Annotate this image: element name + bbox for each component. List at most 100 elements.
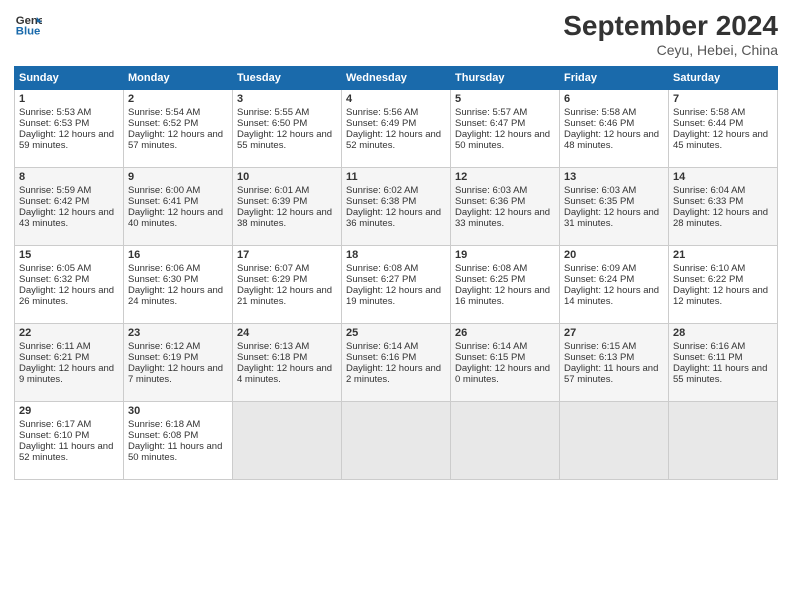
table-row: 16Sunrise: 6:06 AMSunset: 6:30 PMDayligh… xyxy=(124,246,233,324)
sunset-text: Sunset: 6:29 PM xyxy=(237,274,337,285)
day-number: 29 xyxy=(19,405,119,417)
table-row: 9Sunrise: 6:00 AMSunset: 6:41 PMDaylight… xyxy=(124,168,233,246)
sunset-text: Sunset: 6:10 PM xyxy=(19,430,119,441)
sunset-text: Sunset: 6:35 PM xyxy=(564,196,664,207)
day-number: 20 xyxy=(564,249,664,261)
table-row xyxy=(451,402,560,480)
svg-text:Blue: Blue xyxy=(16,26,41,38)
daylight-text: Daylight: 12 hours and 33 minutes. xyxy=(455,207,555,229)
daylight-text: Daylight: 12 hours and 0 minutes. xyxy=(455,363,555,385)
table-row: 26Sunrise: 6:14 AMSunset: 6:15 PMDayligh… xyxy=(451,324,560,402)
table-row xyxy=(342,402,451,480)
table-row: 3Sunrise: 5:55 AMSunset: 6:50 PMDaylight… xyxy=(233,90,342,168)
table-row: 29Sunrise: 6:17 AMSunset: 6:10 PMDayligh… xyxy=(15,402,124,480)
day-number: 2 xyxy=(128,93,228,105)
col-saturday: Saturday xyxy=(669,67,778,90)
sunset-text: Sunset: 6:50 PM xyxy=(237,118,337,129)
sunrise-text: Sunrise: 6:17 AM xyxy=(19,419,119,430)
sunrise-text: Sunrise: 6:10 AM xyxy=(673,263,773,274)
sunrise-text: Sunrise: 6:15 AM xyxy=(564,341,664,352)
day-number: 11 xyxy=(346,171,446,183)
table-row xyxy=(669,402,778,480)
sunset-text: Sunset: 6:49 PM xyxy=(346,118,446,129)
day-number: 8 xyxy=(19,171,119,183)
daylight-text: Daylight: 12 hours and 43 minutes. xyxy=(19,207,119,229)
day-number: 10 xyxy=(237,171,337,183)
daylight-text: Daylight: 12 hours and 36 minutes. xyxy=(346,207,446,229)
sunset-text: Sunset: 6:30 PM xyxy=(128,274,228,285)
sunrise-text: Sunrise: 6:12 AM xyxy=(128,341,228,352)
table-row: 11Sunrise: 6:02 AMSunset: 6:38 PMDayligh… xyxy=(342,168,451,246)
sunset-text: Sunset: 6:52 PM xyxy=(128,118,228,129)
sunset-text: Sunset: 6:08 PM xyxy=(128,430,228,441)
sunrise-text: Sunrise: 5:59 AM xyxy=(19,185,119,196)
page-header: General Blue September 2024 Ceyu, Hebei,… xyxy=(14,10,778,58)
table-row: 1Sunrise: 5:53 AMSunset: 6:53 PMDaylight… xyxy=(15,90,124,168)
sunrise-text: Sunrise: 6:00 AM xyxy=(128,185,228,196)
sunrise-text: Sunrise: 6:01 AM xyxy=(237,185,337,196)
sunset-text: Sunset: 6:27 PM xyxy=(346,274,446,285)
sunrise-text: Sunrise: 6:08 AM xyxy=(346,263,446,274)
sunset-text: Sunset: 6:11 PM xyxy=(673,352,773,363)
daylight-text: Daylight: 12 hours and 52 minutes. xyxy=(346,129,446,151)
day-number: 22 xyxy=(19,327,119,339)
table-row: 30Sunrise: 6:18 AMSunset: 6:08 PMDayligh… xyxy=(124,402,233,480)
daylight-text: Daylight: 12 hours and 55 minutes. xyxy=(237,129,337,151)
daylight-text: Daylight: 12 hours and 9 minutes. xyxy=(19,363,119,385)
day-number: 1 xyxy=(19,93,119,105)
sunrise-text: Sunrise: 6:03 AM xyxy=(455,185,555,196)
sunrise-text: Sunrise: 6:04 AM xyxy=(673,185,773,196)
sunrise-text: Sunrise: 6:08 AM xyxy=(455,263,555,274)
day-number: 23 xyxy=(128,327,228,339)
daylight-text: Daylight: 12 hours and 21 minutes. xyxy=(237,285,337,307)
table-row: 17Sunrise: 6:07 AMSunset: 6:29 PMDayligh… xyxy=(233,246,342,324)
sunrise-text: Sunrise: 5:54 AM xyxy=(128,107,228,118)
day-number: 27 xyxy=(564,327,664,339)
sunrise-text: Sunrise: 6:13 AM xyxy=(237,341,337,352)
logo-icon: General Blue xyxy=(14,10,42,38)
daylight-text: Daylight: 12 hours and 4 minutes. xyxy=(237,363,337,385)
table-row: 24Sunrise: 6:13 AMSunset: 6:18 PMDayligh… xyxy=(233,324,342,402)
sunrise-text: Sunrise: 6:11 AM xyxy=(19,341,119,352)
table-row: 14Sunrise: 6:04 AMSunset: 6:33 PMDayligh… xyxy=(669,168,778,246)
col-sunday: Sunday xyxy=(15,67,124,90)
daylight-text: Daylight: 12 hours and 38 minutes. xyxy=(237,207,337,229)
sunset-text: Sunset: 6:42 PM xyxy=(19,196,119,207)
daylight-text: Daylight: 11 hours and 55 minutes. xyxy=(673,363,773,385)
sunset-text: Sunset: 6:25 PM xyxy=(455,274,555,285)
daylight-text: Daylight: 12 hours and 50 minutes. xyxy=(455,129,555,151)
table-row: 6Sunrise: 5:58 AMSunset: 6:46 PMDaylight… xyxy=(560,90,669,168)
daylight-text: Daylight: 12 hours and 48 minutes. xyxy=(564,129,664,151)
table-row: 20Sunrise: 6:09 AMSunset: 6:24 PMDayligh… xyxy=(560,246,669,324)
day-number: 12 xyxy=(455,171,555,183)
sunset-text: Sunset: 6:46 PM xyxy=(564,118,664,129)
sunset-text: Sunset: 6:53 PM xyxy=(19,118,119,129)
sunset-text: Sunset: 6:47 PM xyxy=(455,118,555,129)
col-wednesday: Wednesday xyxy=(342,67,451,90)
calendar-week-2: 8Sunrise: 5:59 AMSunset: 6:42 PMDaylight… xyxy=(15,168,778,246)
sunset-text: Sunset: 6:22 PM xyxy=(673,274,773,285)
sunset-text: Sunset: 6:32 PM xyxy=(19,274,119,285)
sunrise-text: Sunrise: 6:02 AM xyxy=(346,185,446,196)
day-number: 26 xyxy=(455,327,555,339)
day-number: 7 xyxy=(673,93,773,105)
day-number: 30 xyxy=(128,405,228,417)
table-row: 18 Sunrise: 6:08 AMSunset: 6:27 PMDayligh… xyxy=(342,246,451,324)
day-number: 17 xyxy=(237,249,337,261)
month-title: September 2024 xyxy=(563,10,778,42)
sunrise-text: Sunrise: 6:18 AM xyxy=(128,419,228,430)
sunrise-text: Sunrise: 5:58 AM xyxy=(564,107,664,118)
day-number: 18 xyxy=(346,249,446,261)
day-number: 28 xyxy=(673,327,773,339)
table-row: 13Sunrise: 6:03 AMSunset: 6:35 PMDayligh… xyxy=(560,168,669,246)
table-row xyxy=(233,402,342,480)
daylight-text: Daylight: 12 hours and 57 minutes. xyxy=(128,129,228,151)
day-number: 3 xyxy=(237,93,337,105)
daylight-text: Daylight: 12 hours and 26 minutes. xyxy=(19,285,119,307)
table-row: 7Sunrise: 5:58 AMSunset: 6:44 PMDaylight… xyxy=(669,90,778,168)
table-row: 28Sunrise: 6:16 AMSunset: 6:11 PMDayligh… xyxy=(669,324,778,402)
daylight-text: Daylight: 12 hours and 19 minutes. xyxy=(346,285,446,307)
sunset-text: Sunset: 6:41 PM xyxy=(128,196,228,207)
day-number: 4 xyxy=(346,93,446,105)
table-row: 10Sunrise: 6:01 AMSunset: 6:39 PMDayligh… xyxy=(233,168,342,246)
